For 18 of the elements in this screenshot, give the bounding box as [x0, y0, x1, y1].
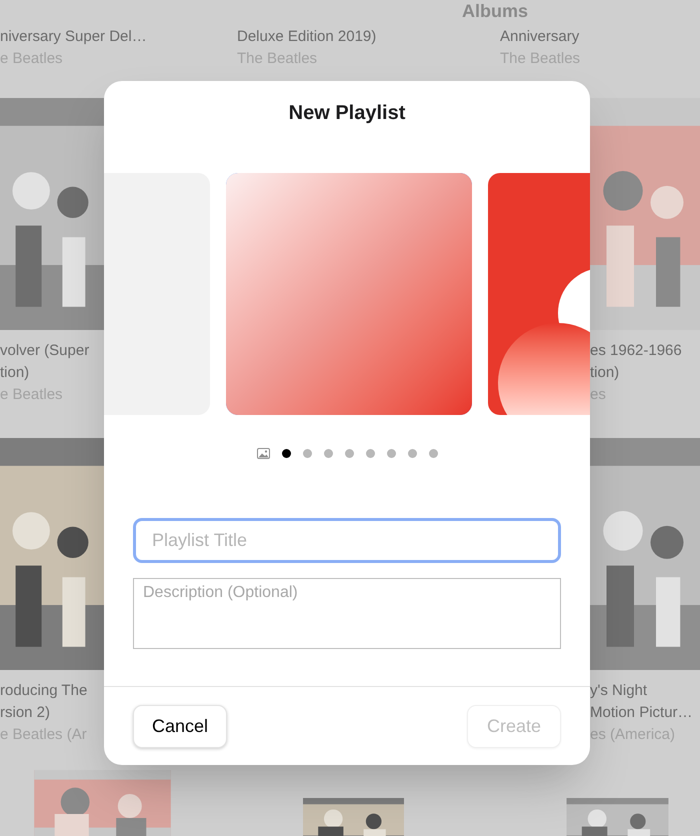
cancel-button[interactable]: Cancel	[133, 705, 227, 748]
album-title: tion)	[590, 363, 620, 383]
dialog-title: New Playlist	[288, 101, 406, 125]
album-title: y's Night	[590, 681, 648, 701]
album-title: tion)	[0, 363, 30, 383]
album-title: es 1962-1966	[590, 341, 682, 361]
title-field[interactable]: Playlist Title	[133, 518, 561, 563]
album-title: volver (Super	[0, 341, 90, 361]
section-heading: Albums	[462, 0, 528, 22]
album-title: niversary Super Del…	[0, 27, 147, 47]
description-field[interactable]: Description (Optional)	[133, 578, 561, 649]
album-title: rsion 2)	[0, 703, 50, 723]
artwork-option[interactable]	[226, 173, 472, 415]
album-title: Anniversary	[500, 27, 580, 47]
image-icon[interactable]	[256, 448, 270, 458]
album-title: Deluxe Edition 2019)	[237, 27, 376, 47]
album-title: roducing The	[0, 681, 88, 701]
album-title: Motion Pictur…	[590, 703, 693, 723]
